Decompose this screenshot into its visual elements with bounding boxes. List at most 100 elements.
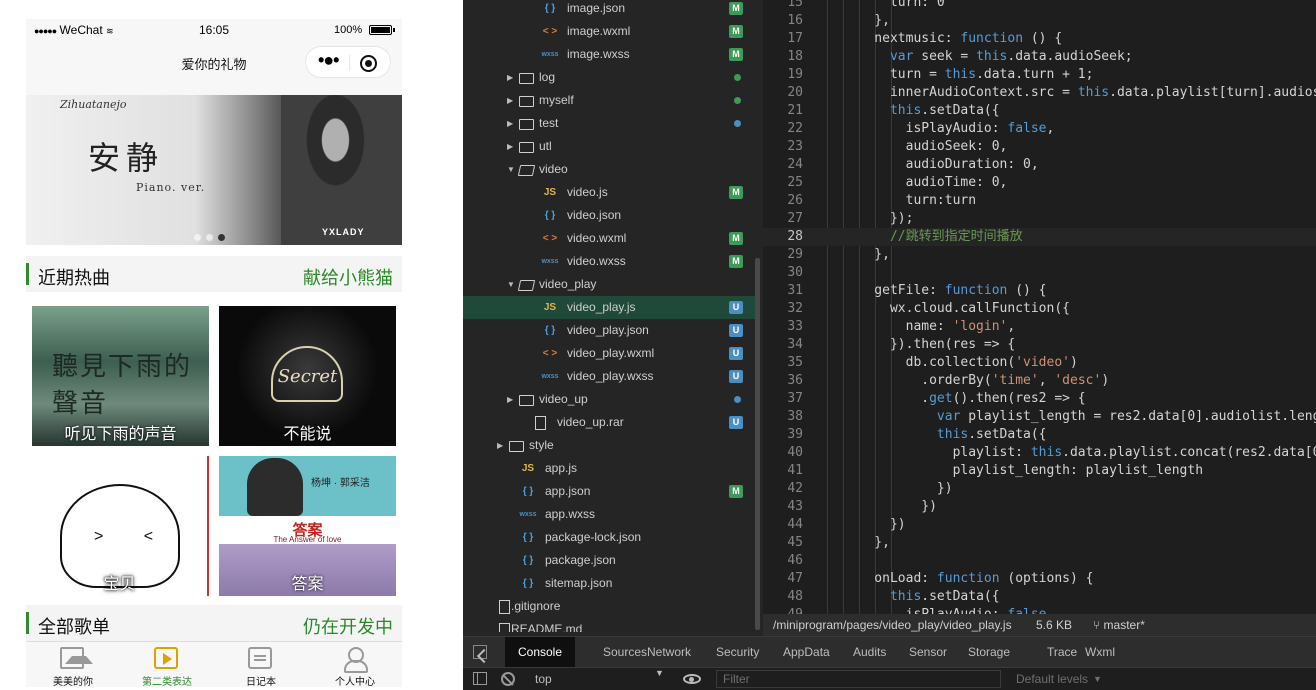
code-editor[interactable]: 15 turn: 0 16 }, 17 nextmusic: function ()… bbox=[763, 0, 1316, 614]
code-line[interactable]: 34 }).then(res => { bbox=[763, 336, 1316, 354]
chevron-down-icon[interactable]: ▼ bbox=[507, 273, 517, 296]
tree-file[interactable]: wxss video.wxss M bbox=[463, 250, 755, 273]
chevron-right-icon[interactable]: ▶ bbox=[497, 434, 507, 457]
code-line[interactable]: 33 name: 'login', bbox=[763, 318, 1316, 336]
tree-folder[interactable]: ▶ log bbox=[463, 66, 755, 89]
code-line[interactable]: 30 bbox=[763, 264, 1316, 282]
devtools-tab-network[interactable]: Network bbox=[637, 637, 701, 667]
tree-file[interactable]: { } video_play.json U bbox=[463, 319, 755, 342]
code-line[interactable]: 21 this.setData({ bbox=[763, 102, 1316, 120]
tree-folder[interactable]: ▶ utl bbox=[463, 135, 755, 158]
chevron-down-icon[interactable]: ▼ bbox=[507, 158, 517, 181]
devtools-tab-wxml[interactable]: Wxml bbox=[1075, 637, 1125, 667]
inspect-icon[interactable] bbox=[473, 645, 487, 659]
record-icon[interactable] bbox=[360, 55, 377, 72]
code-line[interactable]: 46 bbox=[763, 552, 1316, 570]
tab-second-expression[interactable]: 第二类表达 bbox=[120, 642, 214, 687]
code-line[interactable]: 49 isPlayAudio: false bbox=[763, 606, 1316, 614]
chevron-right-icon[interactable]: ▶ bbox=[507, 89, 517, 112]
code-line[interactable]: 42 }) bbox=[763, 480, 1316, 498]
tree-file[interactable]: < > image.wxml M bbox=[463, 20, 755, 43]
code-line[interactable]: 35 db.collection('video') bbox=[763, 354, 1316, 372]
devtools-tab-appdata[interactable]: AppData bbox=[773, 637, 840, 667]
code-line[interactable]: 16 }, bbox=[763, 12, 1316, 30]
file-tree-scrollbar[interactable] bbox=[755, 258, 760, 630]
code-line[interactable]: 22 isPlayAudio: false, bbox=[763, 120, 1316, 138]
song-tile-3[interactable]: > < 宝贝 bbox=[32, 456, 209, 596]
code-line[interactable]: 31 getFile: function () { bbox=[763, 282, 1316, 300]
tree-file[interactable]: { } app.json M bbox=[463, 480, 755, 503]
context-select[interactable]: top bbox=[525, 668, 665, 690]
sidebar-toggle-icon[interactable] bbox=[473, 672, 487, 685]
code-line[interactable]: 18 var seek = this.data.audioSeek; bbox=[763, 48, 1316, 66]
tree-folder[interactable]: ▼ video_play bbox=[463, 273, 755, 296]
devtools-tab-sensor[interactable]: Sensor bbox=[899, 637, 957, 667]
swiper-dot-active[interactable] bbox=[218, 234, 225, 241]
code-line[interactable]: 44 }) bbox=[763, 516, 1316, 534]
code-line[interactable]: 24 audioDuration: 0, bbox=[763, 156, 1316, 174]
tree-file[interactable]: < > video_play.wxml U bbox=[463, 342, 755, 365]
tree-file[interactable]: { } package.json bbox=[463, 549, 755, 572]
code-line[interactable]: 36 .orderBy('time', 'desc') bbox=[763, 372, 1316, 390]
clear-console-icon[interactable] bbox=[501, 672, 515, 686]
song-tile-4[interactable]: 杨坤 · 郭采洁 答案 The Answer of love 答案 bbox=[219, 456, 396, 596]
tree-file[interactable]: wxss video_play.wxss U bbox=[463, 365, 755, 388]
tab-profile[interactable]: 个人中心 bbox=[308, 642, 402, 687]
code-line[interactable]: 45 }, bbox=[763, 534, 1316, 552]
tree-file[interactable]: JS app.js bbox=[463, 457, 755, 480]
code-line[interactable]: 28 //跳转到指定时间播放 bbox=[763, 228, 1316, 246]
tree-folder[interactable]: ▶ style bbox=[463, 434, 755, 457]
code-line[interactable]: 32 wx.cloud.callFunction({ bbox=[763, 300, 1316, 318]
code-line[interactable]: 26 turn:turn bbox=[763, 192, 1316, 210]
swiper-dot[interactable] bbox=[206, 234, 213, 241]
song-tile-2[interactable]: Secret 不能说 bbox=[219, 306, 396, 446]
code-line[interactable]: 48 this.setData({ bbox=[763, 588, 1316, 606]
chevron-right-icon[interactable]: ▶ bbox=[507, 388, 517, 411]
tree-folder[interactable]: ▶ test bbox=[463, 112, 755, 135]
tab-beautiful-you[interactable]: 美美的你 bbox=[26, 642, 120, 687]
tree-file[interactable]: { } video.json bbox=[463, 204, 755, 227]
tree-file[interactable]: .gitignore bbox=[463, 595, 755, 618]
code-line[interactable]: 38 var playlist_length = res2.data[0].au… bbox=[763, 408, 1316, 426]
tree-file[interactable]: { } package-lock.json bbox=[463, 526, 755, 549]
tree-file[interactable]: JS video_play.js U bbox=[463, 296, 755, 319]
code-line[interactable]: 17 nextmusic: function () { bbox=[763, 30, 1316, 48]
code-line[interactable]: 47 onLoad: function (options) { bbox=[763, 570, 1316, 588]
devtools-tab-security[interactable]: Security bbox=[706, 637, 769, 667]
log-levels-select[interactable]: Default levels bbox=[1016, 668, 1088, 690]
filter-input[interactable] bbox=[716, 670, 1001, 688]
code-line[interactable]: 25 audioTime: 0, bbox=[763, 174, 1316, 192]
code-line[interactable]: 37 .get().then(res2 => { bbox=[763, 390, 1316, 408]
code-line[interactable]: 20 innerAudioContext.src = this.data.pla… bbox=[763, 84, 1316, 102]
code-line[interactable]: 41 playlist_length: playlist_length bbox=[763, 462, 1316, 480]
tree-folder[interactable]: ▶ video_up bbox=[463, 388, 755, 411]
tree-file[interactable]: wxss image.wxss M bbox=[463, 43, 755, 66]
devtools-tab-storage[interactable]: Storage bbox=[958, 637, 1020, 667]
swiper-dot[interactable] bbox=[194, 234, 201, 241]
more-icon[interactable]: •●• bbox=[318, 51, 344, 71]
git-branch[interactable]: ⑂ master* bbox=[1093, 614, 1145, 636]
devtools-tab-console[interactable]: Console bbox=[505, 637, 575, 667]
tree-file[interactable]: JS video.js M bbox=[463, 181, 755, 204]
code-line[interactable]: 43 }) bbox=[763, 498, 1316, 516]
code-line[interactable]: 40 playlist: this.data.playlist.concat(r… bbox=[763, 444, 1316, 462]
chevron-right-icon[interactable]: ▶ bbox=[507, 112, 517, 135]
code-line[interactable]: 27 }); bbox=[763, 210, 1316, 228]
song-tile-1[interactable]: 聽見下雨的聲音 听见下雨的声音 bbox=[32, 306, 209, 446]
code-line[interactable]: 23 audioSeek: 0, bbox=[763, 138, 1316, 156]
tab-diary[interactable]: 日记本 bbox=[214, 642, 308, 687]
code-line[interactable]: 19 turn = this.data.turn + 1; bbox=[763, 66, 1316, 84]
eye-icon[interactable] bbox=[683, 674, 701, 684]
chevron-right-icon[interactable]: ▶ bbox=[507, 135, 517, 158]
tree-file[interactable]: { } sitemap.json bbox=[463, 572, 755, 595]
tree-file[interactable]: { } image.json M bbox=[463, 0, 755, 20]
banner-swiper[interactable]: Zihuatanejo 安静 Piano. ver. YXLADY bbox=[26, 95, 402, 245]
code-line[interactable]: 15 turn: 0 bbox=[763, 0, 1316, 12]
chevron-right-icon[interactable]: ▶ bbox=[507, 66, 517, 89]
tree-folder[interactable]: ▼ video bbox=[463, 158, 755, 181]
devtools-tab-audits[interactable]: Audits bbox=[843, 637, 896, 667]
code-line[interactable]: 29 }, bbox=[763, 246, 1316, 264]
tree-file[interactable]: video_up.rar U bbox=[463, 411, 755, 434]
code-line[interactable]: 39 this.setData({ bbox=[763, 426, 1316, 444]
tree-file[interactable]: README.md bbox=[463, 618, 755, 632]
